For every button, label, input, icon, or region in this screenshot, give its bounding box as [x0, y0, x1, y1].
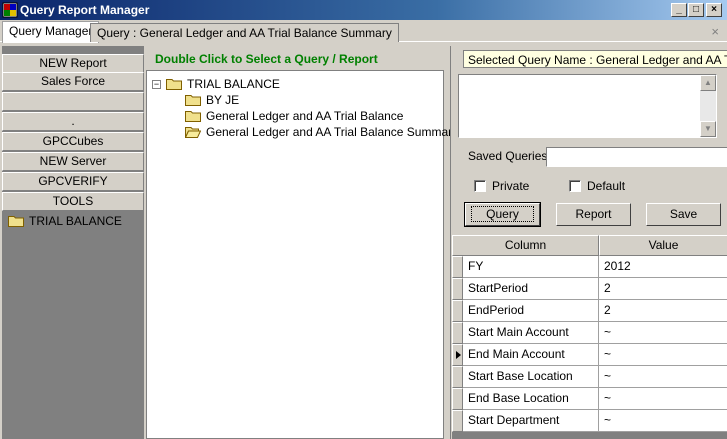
tree-item-label: BY JE	[206, 93, 240, 107]
close-tab-icon[interactable]: ×	[711, 24, 719, 39]
nav-new-report[interactable]: NEW Report	[2, 54, 144, 73]
app-icon	[2, 2, 18, 18]
grid-cell-value[interactable]: 2	[599, 300, 727, 322]
nav-tools[interactable]: TOOLS	[2, 192, 144, 211]
folder-icon	[166, 79, 182, 90]
private-label: Private	[492, 179, 530, 193]
private-checkbox-box[interactable]	[474, 180, 486, 192]
grid-row[interactable]: Start Base Location ~	[452, 366, 727, 388]
row-header[interactable]	[452, 344, 463, 366]
query-button[interactable]: Query	[464, 202, 541, 227]
private-checkbox[interactable]: Private	[474, 179, 529, 193]
grid-cell-value[interactable]: 2	[599, 278, 727, 300]
nav-gpcverify[interactable]: GPCVERIFY	[2, 172, 144, 191]
saved-queries-label: Saved Queries	[468, 149, 548, 163]
row-header[interactable]	[452, 410, 463, 432]
right-panel: Selected Query Name : General Ledger and…	[450, 46, 727, 439]
minimize-button[interactable]: _	[671, 3, 687, 17]
nav-selected-label: TRIAL BALANCE	[29, 214, 122, 228]
grid-cell-column[interactable]: FY	[463, 256, 599, 278]
grid-cell-value[interactable]: 2012	[599, 256, 727, 278]
row-header[interactable]	[452, 322, 463, 344]
nav-new-server[interactable]: NEW Server	[2, 152, 144, 171]
tree-item-label: General Ledger and AA Trial Balance Summ…	[206, 125, 459, 139]
maximize-button[interactable]: □	[688, 3, 704, 17]
left-nav: NEW Report Sales Force . GPCCubes NEW Se…	[2, 46, 144, 439]
query-notes-textarea[interactable]: ▲ ▼	[458, 74, 717, 138]
default-checkbox-box[interactable]	[569, 180, 581, 192]
folder-icon	[8, 216, 24, 227]
row-header[interactable]	[452, 256, 463, 278]
query-tree: − TRIAL BALANCE BY JE General Ledger and…	[146, 70, 458, 439]
grid-row[interactable]: StartPeriod 2	[452, 278, 727, 300]
tree-item[interactable]: General Ledger and AA Trial Balance	[185, 109, 403, 123]
grid-cell-column[interactable]: StartPeriod	[463, 278, 599, 300]
scroll-down-icon[interactable]: ▼	[700, 121, 716, 137]
grid-row[interactable]: EndPeriod 2	[452, 300, 727, 322]
row-header[interactable]	[452, 300, 463, 322]
grid-cell-column[interactable]: EndPeriod	[463, 300, 599, 322]
grid-row[interactable]: FY 2012	[452, 256, 727, 278]
grid-cell-column[interactable]: Start Department	[463, 410, 599, 432]
tab-query-summary[interactable]: Query : General Ledger and AA Trial Bala…	[90, 23, 399, 42]
open-folder-icon	[185, 127, 201, 138]
collapse-icon[interactable]: −	[152, 79, 161, 89]
folder-icon	[185, 111, 201, 122]
parameters-grid: Column Value FY 2012 StartPeriod 2 EndPeriod…	[452, 235, 727, 439]
grid-cell-column[interactable]: Start Base Location	[463, 366, 599, 388]
window-title: Query Report Manager	[20, 3, 150, 17]
default-label: Default	[587, 179, 626, 193]
grid-cell-value[interactable]: ~	[599, 322, 727, 344]
close-button[interactable]: ×	[706, 3, 722, 17]
current-row-icon	[456, 351, 461, 359]
tree-item-selected[interactable]: General Ledger and AA Trial Balance Summ…	[185, 125, 458, 139]
nav-dot[interactable]: .	[2, 112, 144, 131]
tree-root-label: TRIAL BALANCE	[187, 77, 280, 91]
default-checkbox[interactable]: Default	[569, 179, 625, 193]
nav-blank[interactable]	[2, 92, 144, 111]
tab-query-manager[interactable]: Query Manager	[2, 21, 100, 43]
textarea-scrollbar[interactable]: ▲ ▼	[700, 75, 716, 137]
row-header[interactable]	[452, 388, 463, 410]
row-header[interactable]	[452, 366, 463, 388]
value-header[interactable]: Value	[599, 235, 727, 256]
row-header[interactable]	[452, 278, 463, 300]
nav-sales-force[interactable]: Sales Force	[2, 72, 144, 91]
grid-cell-value[interactable]: ~	[599, 344, 727, 366]
query-button-label: Query	[471, 206, 534, 222]
grid-cell-value[interactable]: ~	[599, 388, 727, 410]
tab-strip: Query Manager Query : General Ledger and…	[0, 20, 727, 43]
column-header[interactable]: Column	[452, 235, 599, 256]
grid-cell-column[interactable]: End Base Location	[463, 388, 599, 410]
folder-icon	[185, 95, 201, 106]
tree-hint: Double Click to Select a Query / Report	[155, 52, 378, 66]
tree-item[interactable]: BY JE	[185, 93, 239, 107]
grid-cell-column[interactable]: Start Main Account	[463, 322, 599, 344]
grid-row[interactable]: End Base Location ~	[452, 388, 727, 410]
grid-row[interactable]: Start Main Account ~	[452, 322, 727, 344]
report-button[interactable]: Report	[556, 203, 631, 226]
grid-row[interactable]: Start Department ~	[452, 410, 727, 432]
nav-gpccubes[interactable]: GPCCubes	[2, 132, 144, 151]
grid-cell-value[interactable]: ~	[599, 366, 727, 388]
nav-selected-trial-balance[interactable]: TRIAL BALANCE	[8, 214, 122, 228]
tree-item-label: General Ledger and AA Trial Balance	[206, 109, 404, 123]
saved-queries-input[interactable]	[546, 147, 727, 167]
grid-row[interactable]: End Main Account ~	[452, 344, 727, 366]
save-button[interactable]: Save	[646, 203, 721, 226]
title-bar: Query Report Manager _ □ ×	[0, 0, 727, 20]
selected-query-name: Selected Query Name : General Ledger and…	[463, 50, 727, 68]
tree-root[interactable]: − TRIAL BALANCE	[152, 77, 280, 91]
scroll-up-icon[interactable]: ▲	[700, 75, 716, 91]
grid-cell-value[interactable]: ~	[599, 410, 727, 432]
grid-cell-column[interactable]: End Main Account	[463, 344, 599, 366]
